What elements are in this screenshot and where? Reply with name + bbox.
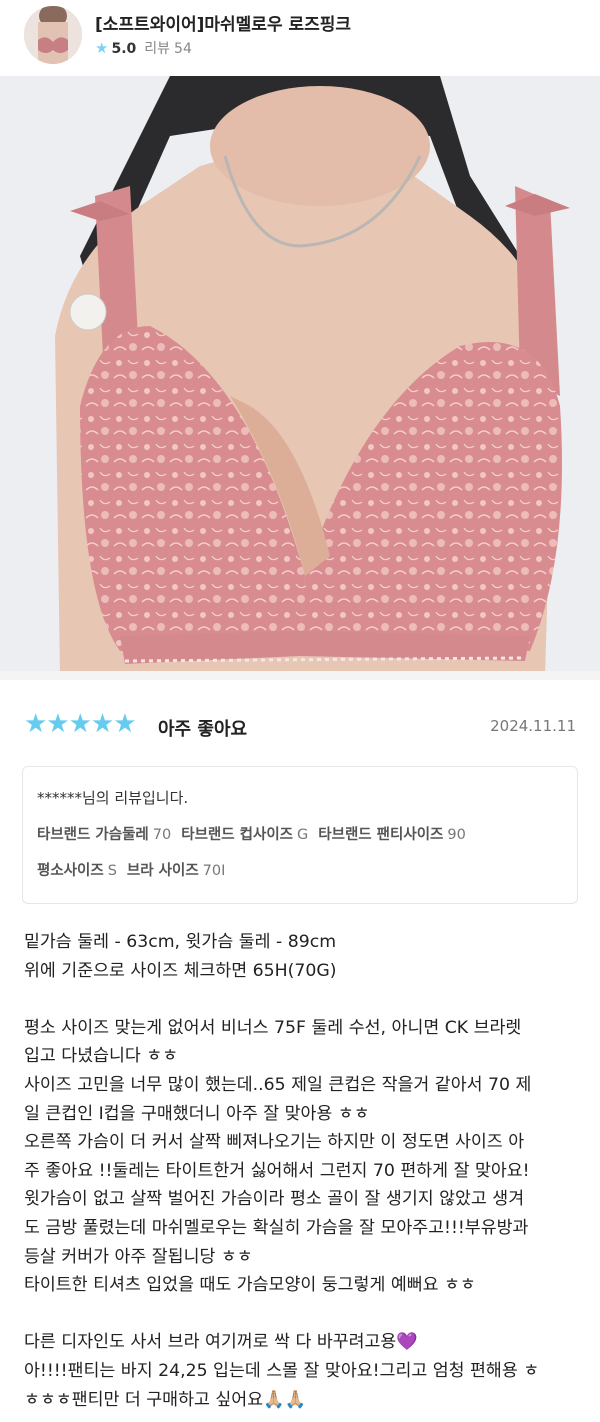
review-line: 평소 사이즈 맞는게 없어서 비너스 75F 둘레 수선, 아니면 CK 브라렛 (24, 1017, 522, 1038)
rating-summary: ★ 5.0 리뷰 54 (95, 38, 192, 58)
review-line: 오른쪽 가슴이 더 커서 살짝 삐져나오기는 하지만 이 정도면 사이즈 아 (24, 1132, 525, 1153)
review-line: 아!!!!팬티는 바지 24,25 입는데 스몰 잘 맞아요!그리고 엄청 편해… (24, 1360, 540, 1381)
review-header: ★★★★★ 아주 좋아요 2024.11.11 (0, 705, 600, 745)
review-count: 54 (174, 41, 192, 57)
review-line: 밑가슴 둘레 - 63cm, 윗가슴 둘레 - 89cm (24, 932, 337, 952)
review-body: 밑가슴 둘레 - 63cm, 윗가슴 둘레 - 89cm 위에 기준으로 사이즈… (24, 928, 584, 1414)
attributes-row-1: 타브랜드 가슴둘레 70 타브랜드 컵사이즈 G 타브랜드 팬티사이즈 90 (37, 823, 476, 844)
reviewer-name: ******님의 리뷰입니다. (37, 789, 189, 807)
attribute-label: 타브랜드 컵사이즈 (181, 827, 294, 843)
attribute-value: S (107, 863, 117, 879)
review-line: 등살 커버가 아주 잘됩니당 ㅎㅎ (24, 1246, 253, 1267)
review-date: 2024.11.11 (490, 717, 576, 735)
product-header[interactable]: [소프트와이어]마쉬멜로우 로즈핑크 ★ 5.0 리뷰 54 (0, 0, 600, 77)
attributes-row-2: 평소사이즈 S 브라 사이즈 70I (37, 859, 235, 880)
attribute-value: 70 (152, 827, 172, 843)
attribute-value: 90 (447, 827, 466, 843)
attribute-label: 브라 사이즈 (126, 863, 199, 879)
product-thumbnail[interactable] (24, 6, 82, 64)
review-line: 일 큰컵인 I컵을 구매했더니 아주 잘 맞아용 ㅎㅎ (24, 1103, 370, 1124)
review-line: ㅎㅎㅎ팬티만 더 구매하고 싶어요🙏🏼🙏🏼 (24, 1389, 307, 1410)
review-headline: 아주 좋아요 (158, 719, 248, 740)
reviewer-info-box: ******님의 리뷰입니다. 타브랜드 가슴둘레 70 타브랜드 컵사이즈 G 타브랜… (22, 766, 578, 904)
star-icon: ★ (95, 39, 109, 57)
product-name[interactable]: [소프트와이어]마쉬멜로우 로즈핑크 (95, 10, 351, 35)
review-line: 도 금방 풀렸는데 마쉬멜로우는 확실히 가슴을 잘 모아주고!!!부유방과 (24, 1217, 529, 1238)
review-photo[interactable] (0, 76, 600, 680)
attribute-label: 타브랜드 팬티사이즈 (318, 827, 444, 843)
attribute-value: 70I (202, 863, 226, 879)
attribute-label: 평소사이즈 (37, 863, 104, 879)
review-line: 타이트한 티셔츠 입었을 때도 가슴모양이 둥그렇게 예뻐요 ㅎㅎ (24, 1275, 476, 1296)
review-line: 사이즈 고민을 너무 많이 했는데..65 제일 큰컵은 작을거 같아서 70 … (24, 1074, 532, 1095)
attribute-label: 타브랜드 가슴둘레 (37, 827, 149, 843)
review-line: 위에 기준으로 사이즈 체크하면 65H(70G) (24, 960, 337, 981)
attribute-value: G (297, 827, 309, 843)
review-line: 주 좋아요 !!둘레는 타이트한거 싫어해서 그런지 70 편하게 잘 맞아요! (24, 1160, 530, 1181)
review-line: 다른 디자인도 사서 브라 여기꺼로 싹 다 바꾸려고용💜 (24, 1332, 418, 1353)
review-line: 입고 다녔습니다 ㅎㅎ (24, 1046, 179, 1067)
review-stars: ★★★★★ (24, 709, 137, 739)
review-line: 윗가슴이 없고 살짝 벌어진 가슴이라 평소 골이 잘 생기지 않았고 생겨 (24, 1189, 525, 1210)
review-label: 리뷰 (144, 41, 171, 57)
rating-score: 5.0 (111, 41, 137, 57)
